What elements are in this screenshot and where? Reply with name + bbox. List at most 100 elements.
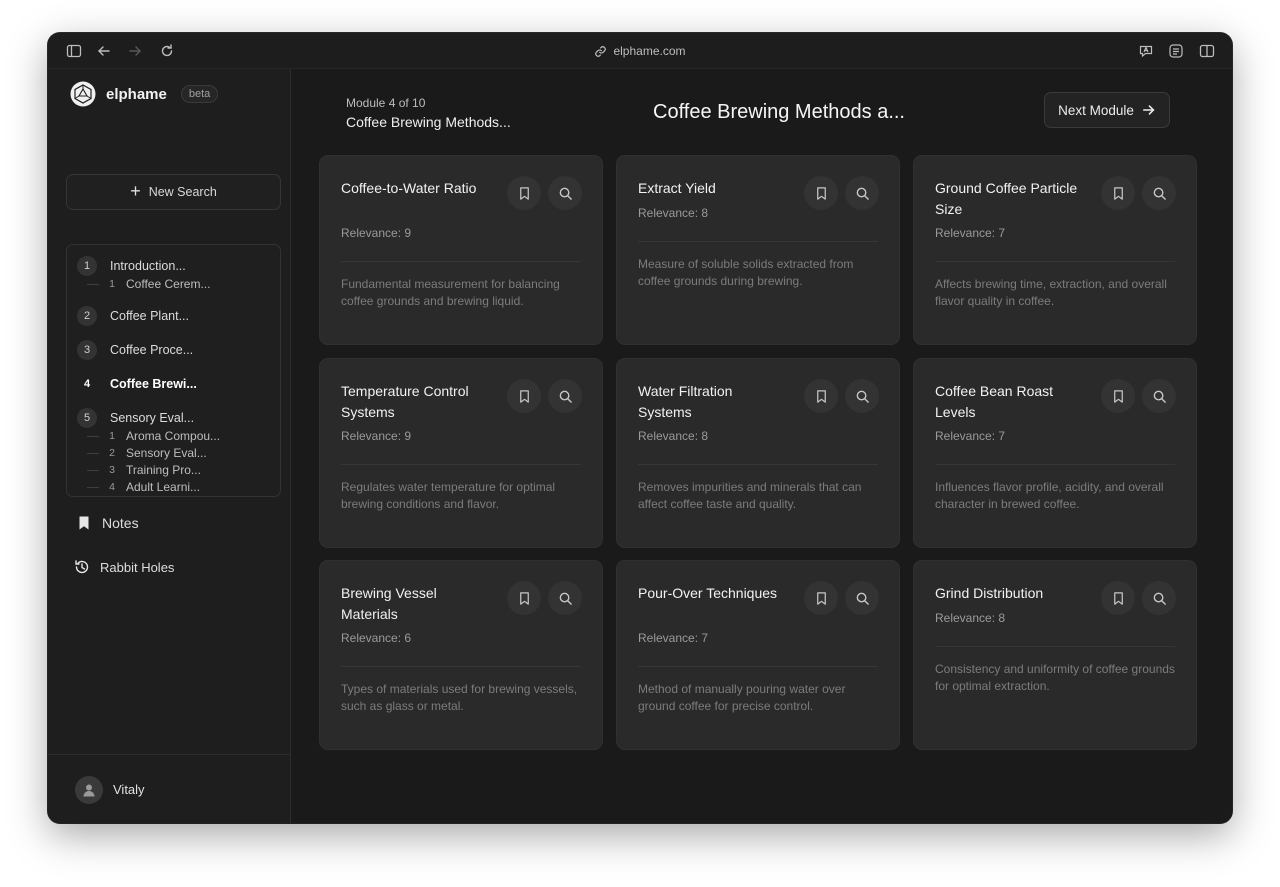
card-divider: [935, 464, 1175, 465]
module-label: Sensory Eval...: [110, 411, 195, 425]
bookmark-button[interactable]: [804, 176, 838, 210]
bookmark-icon: [1111, 186, 1126, 201]
username: Vitaly: [113, 782, 145, 797]
tree-line: [87, 486, 99, 488]
card-title: Ground Coffee Particle Size: [935, 180, 1078, 217]
plus-icon: +: [130, 181, 141, 201]
topic-card[interactable]: Ground Coffee Particle Size Relevance: 7 A…: [913, 155, 1197, 345]
card-divider: [935, 646, 1175, 647]
main-content: Module 4 of 10 Coffee Brewing Methods...…: [292, 69, 1232, 823]
search-button[interactable]: [548, 581, 582, 615]
search-button[interactable]: [1142, 581, 1176, 615]
topic-card[interactable]: Coffee Bean Roast Levels Relevance: 7 Infl…: [913, 358, 1197, 548]
search-button[interactable]: [1142, 379, 1176, 413]
module-item-3[interactable]: 3 Coffee Proce...: [77, 340, 193, 360]
module-label: Coffee Plant...: [110, 309, 189, 323]
bookmark-button[interactable]: [507, 581, 541, 615]
link-icon: [595, 45, 607, 57]
bookmark-icon: [814, 591, 829, 606]
bookmark-icon: [517, 591, 532, 606]
split-view-icon[interactable]: [1199, 43, 1215, 59]
card-divider: [638, 241, 878, 242]
submodule-item-5-1[interactable]: 1 Aroma Compou...: [87, 429, 220, 443]
card-description: Affects brewing time, extraction, and ov…: [935, 277, 1167, 308]
bookmark-icon: [1111, 389, 1126, 404]
topic-card[interactable]: Pour-Over Techniques Relevance: 7 Method o…: [616, 560, 900, 750]
card-relevance: Relevance: 6: [341, 631, 412, 645]
notes-link[interactable]: Notes: [76, 515, 139, 531]
module-number: 5: [77, 408, 97, 428]
module-label: Coffee Proce...: [110, 343, 194, 357]
bookmark-button[interactable]: [804, 379, 838, 413]
new-search-button[interactable]: + New Search: [66, 174, 281, 210]
arrow-right-icon: [1142, 105, 1155, 115]
card-title: Coffee Bean Roast Levels: [935, 383, 1054, 420]
module-item-5[interactable]: 5 Sensory Eval...: [77, 408, 194, 428]
card-title: Brewing Vessel Materials: [341, 585, 437, 622]
bookmark-button[interactable]: [507, 379, 541, 413]
tree-line: [87, 283, 99, 285]
reader-icon[interactable]: [1168, 43, 1184, 59]
submodule-item-1-1[interactable]: 1 Coffee Cerem...: [87, 277, 210, 291]
module-number: 3: [77, 340, 97, 360]
rabbit-holes-link[interactable]: Rabbit Holes: [74, 559, 174, 575]
submodule-item-5-4[interactable]: 4 Adult Learni...: [87, 480, 200, 494]
card-relevance: Relevance: 9: [341, 429, 412, 443]
search-icon: [855, 186, 870, 201]
user-icon: [83, 784, 95, 797]
submodule-number: 4: [109, 481, 115, 493]
module-item-1[interactable]: 1 Introduction...: [77, 256, 186, 276]
search-button[interactable]: [845, 581, 879, 615]
module-count: Module 4 of 10: [346, 96, 426, 110]
module-item-4[interactable]: 4 Coffee Brewi...: [77, 374, 197, 394]
topic-card[interactable]: Extract Yield Relevance: 8 Measure of solu…: [616, 155, 900, 345]
bookmark-button[interactable]: [507, 176, 541, 210]
next-module-button[interactable]: Next Module: [1044, 92, 1170, 128]
search-button[interactable]: [548, 176, 582, 210]
bookmark-button[interactable]: [1101, 176, 1135, 210]
search-icon: [558, 389, 573, 404]
topic-card[interactable]: Temperature Control Systems Relevance: 9 R…: [319, 358, 603, 548]
bookmark-button[interactable]: [804, 581, 838, 615]
topic-card[interactable]: Grind Distribution Relevance: 8 Consistenc…: [913, 560, 1197, 750]
reload-icon[interactable]: [159, 43, 175, 59]
card-title: Pour-Over Techniques: [638, 585, 778, 601]
submodule-number: 3: [109, 464, 115, 476]
module-item-2[interactable]: 2 Coffee Plant...: [77, 306, 189, 326]
bookmark-button[interactable]: [1101, 379, 1135, 413]
submodule-label: Aroma Compou...: [126, 429, 221, 443]
sidebar-toggle-icon[interactable]: [66, 43, 82, 59]
card-description: Measure of soluble solids extracted from…: [638, 257, 854, 288]
submodule-item-5-3[interactable]: 3 Training Pro...: [87, 463, 201, 477]
card-title: Grind Distribution: [935, 585, 1044, 601]
search-button[interactable]: [1142, 176, 1176, 210]
card-relevance: Relevance: 7: [935, 429, 1006, 443]
tree-line: [87, 469, 99, 471]
card-divider: [341, 261, 581, 262]
topic-card[interactable]: Brewing Vessel Materials Relevance: 6 Type…: [319, 560, 603, 750]
bookmark-icon: [517, 186, 532, 201]
submodule-label: Training Pro...: [126, 463, 201, 477]
translate-icon[interactable]: [1138, 43, 1154, 59]
user-menu[interactable]: Vitaly: [48, 754, 291, 823]
module-label: Introduction...: [110, 259, 186, 273]
submodule-item-5-2[interactable]: 2 Sensory Eval...: [87, 446, 207, 460]
topic-card[interactable]: Coffee-to-Water Ratio Relevance: 9 Fundame…: [319, 155, 603, 345]
card-relevance: Relevance: 7: [935, 226, 1006, 240]
submodule-number: 1: [109, 278, 115, 290]
browser-toolbar: elphame.com: [48, 33, 1232, 69]
address-bar[interactable]: elphame.com: [48, 33, 1232, 69]
bookmark-icon: [1111, 591, 1126, 606]
search-button[interactable]: [845, 176, 879, 210]
forward-icon[interactable]: [127, 43, 143, 59]
bookmark-button[interactable]: [1101, 581, 1135, 615]
search-icon: [558, 186, 573, 201]
module-number: 2: [77, 306, 97, 326]
search-button[interactable]: [548, 379, 582, 413]
history-icon: [75, 560, 89, 574]
search-button[interactable]: [845, 379, 879, 413]
brand[interactable]: elphame beta: [70, 81, 219, 107]
topic-card[interactable]: Water Filtration Systems Relevance: 8 Remo…: [616, 358, 900, 548]
back-icon[interactable]: [96, 43, 112, 59]
card-description: Fundamental measurement for balancing co…: [341, 277, 560, 308]
